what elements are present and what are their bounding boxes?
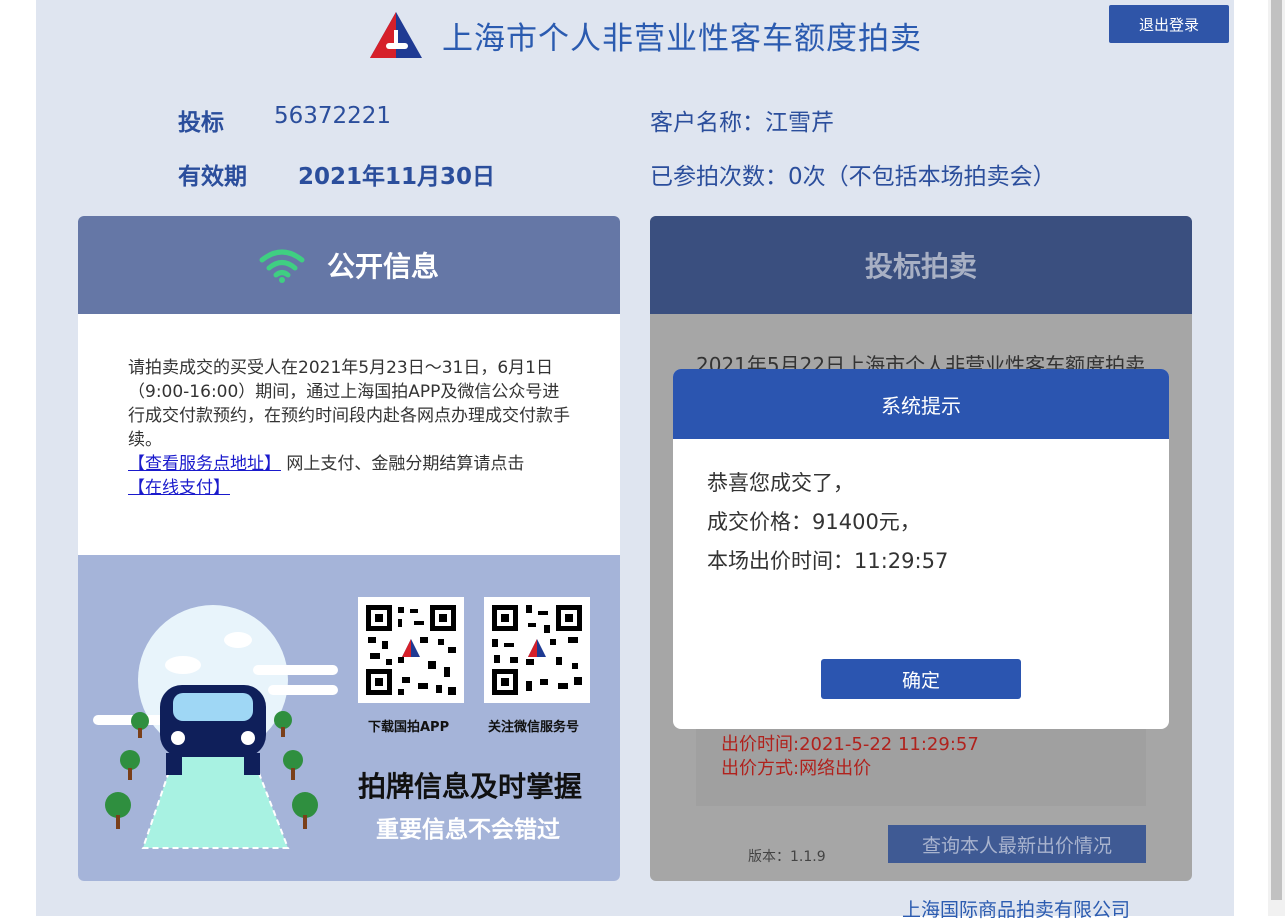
bid-time: 出价时间:2021-5-22 11:29:57 [721, 734, 979, 755]
wechat-qr-code [484, 597, 590, 703]
system-prompt-dialog: 系统提示 恭喜您成交了， 成交价格：91400元， 本场出价时间：11:29:5… [673, 369, 1169, 729]
company-footer: 上海国际商品拍卖有限公司 [902, 899, 1131, 921]
qr-wechat-label: 关注微信服务号 [488, 720, 580, 735]
auction-header: 投标拍卖 [650, 216, 1192, 314]
dialog-congrats-text: 恭喜您成交了， [707, 471, 854, 495]
auction-title: 投标拍卖 [864, 250, 977, 283]
online-pay-text: 网上支付、金融分期结算请点击 [281, 454, 525, 474]
bid-label: 投标 [178, 110, 224, 136]
customer-name: 客户名称：江雪芹 [650, 110, 834, 136]
public-info-title: 公开信息 [326, 250, 439, 283]
page-header: 上海市个人非营业性客车额度拍卖 [368, 10, 922, 60]
participation-count: 已参拍次数：0次（不包括本场拍卖会） [650, 164, 1056, 190]
car-illustration [93, 605, 338, 849]
service-address-link[interactable]: 【查看服务点地址】 [128, 454, 281, 474]
bid-method: 出价方式:网络出价 [721, 758, 872, 779]
auction-logo-icon [370, 12, 422, 58]
page-title: 上海市个人非营业性客车额度拍卖 [442, 20, 922, 57]
public-info-panel: 公开信息 请拍卖成交的买受人在2021年5月23日～31日，6月1日（9:00-… [78, 216, 620, 881]
confirm-button[interactable]: 确定 [821, 659, 1021, 699]
scrollbar-thumb[interactable] [1271, 0, 1282, 900]
bid-result-box: 出价时间:2021-5-22 11:29:57 出价方式:网络出价 [696, 716, 1146, 806]
version-label: 版本：1.1.9 [748, 849, 826, 865]
dialog-title: 系统提示 [673, 369, 1169, 439]
validity-date: 2021年11月30日 [298, 164, 496, 190]
online-pay-link[interactable]: 【在线支付】 [128, 478, 230, 498]
promo-banner: 下载国拍APP 关注微信服务号 拍牌信息及时掌握 重要信息不会错过 [78, 555, 620, 881]
notice-text-block: 请拍卖成交的买受人在2021年5月23日～31日，6月1日（9:00-16:00… [128, 356, 573, 500]
app-qr-code [358, 597, 464, 703]
logout-button[interactable]: 退出登录 [1109, 5, 1229, 43]
query-latest-bid-button[interactable]: 查询本人最新出价情况 [888, 825, 1146, 863]
dialog-price-text: 成交价格：91400元， [707, 510, 921, 534]
qr-app-label: 下载国拍APP [368, 720, 450, 735]
promo-headline: 拍牌信息及时掌握 [358, 770, 583, 803]
validity-label: 有效期 [178, 164, 247, 190]
bid-number: 56372221 [274, 103, 392, 129]
wifi-icon [259, 249, 305, 283]
promo-subline: 重要信息不会错过 [376, 817, 560, 843]
public-info-header: 公开信息 [78, 216, 620, 314]
notice-text: 请拍卖成交的买受人在2021年5月23日～31日，6月1日（9:00-16:00… [128, 358, 570, 450]
dialog-time-text: 本场出价时间：11:29:57 [707, 549, 949, 573]
